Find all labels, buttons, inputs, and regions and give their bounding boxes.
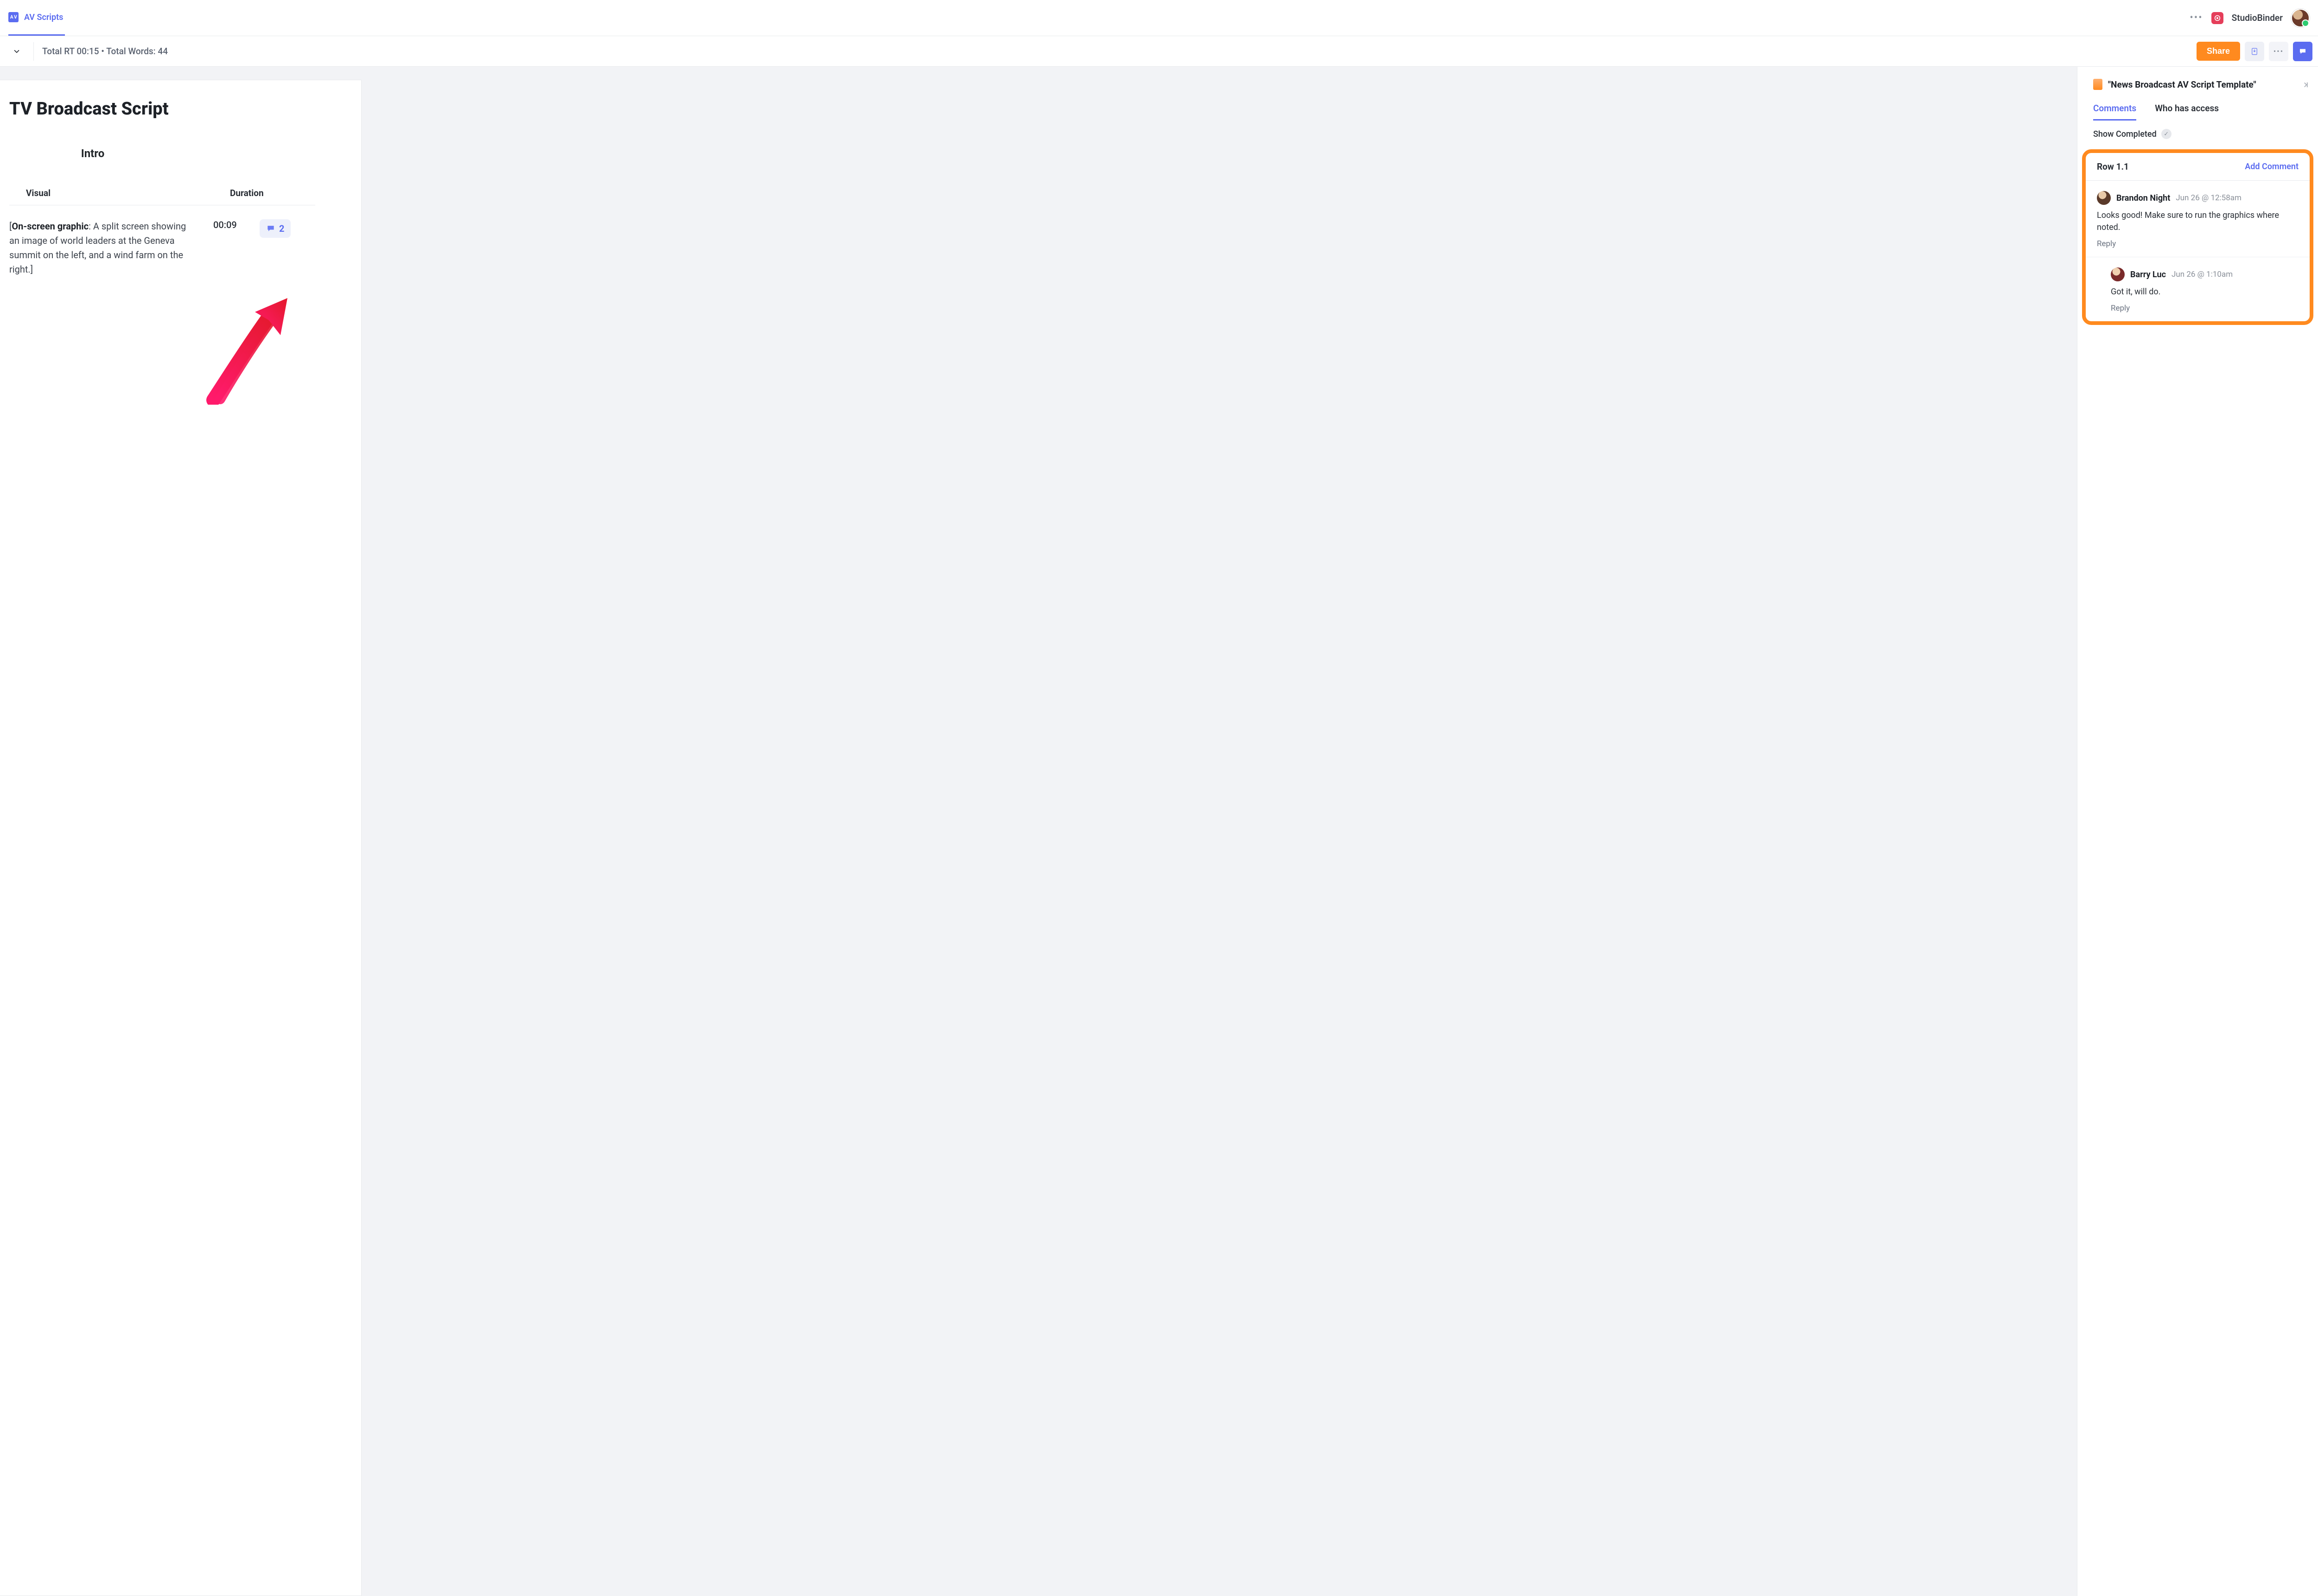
show-completed-toggle[interactable]: Show Completed ✓ — [2077, 121, 2318, 147]
reply-button[interactable]: Reply — [2097, 239, 2299, 248]
chevron-right-bar-icon — [2301, 81, 2310, 89]
document-icon — [2093, 79, 2102, 90]
check-icon: ✓ — [2161, 129, 2172, 139]
visual-bold: On-screen graphic — [12, 221, 89, 232]
top-bar-right: ••• StudioBinder — [2190, 9, 2310, 27]
divider — [33, 42, 34, 61]
sidebar-doc-title: "News Broadcast AV Script Template" — [2108, 79, 2256, 90]
dots-icon: ••• — [2273, 47, 2284, 56]
commenter-avatar — [2097, 191, 2111, 205]
visual-cell[interactable]: [On-screen graphic: A split screen showi… — [9, 219, 213, 277]
commenter-name: Brandon Night — [2116, 193, 2170, 203]
annotation-arrow — [195, 284, 306, 405]
thread-header: Row 1.1 Add Comment — [2086, 153, 2310, 181]
top-bar: A V AV Scripts ••• StudioBinder — [0, 0, 2318, 36]
export-pdf-button[interactable] — [2245, 42, 2264, 61]
comment-item: Brandon Night Jun 26 @ 12:58am Looks goo… — [2086, 181, 2310, 257]
thread-row-label: Row 1.1 — [2097, 161, 2129, 172]
share-button[interactable]: Share — [2197, 42, 2240, 61]
sidebar-tabs: Comments Who has access — [2077, 96, 2318, 121]
document-title: TV Broadcast Script — [9, 99, 361, 119]
comments-sidebar: "News Broadcast AV Script Template" Comm… — [2077, 67, 2318, 1596]
tab-label: AV Scripts — [24, 13, 63, 22]
toolbar-left: Total RT 00:15 • Total Words: 44 — [6, 42, 168, 61]
more-actions-button[interactable]: ••• — [2269, 42, 2288, 61]
main-area: TV Broadcast Script Intro Visual Duratio… — [0, 67, 2077, 1596]
av-scripts-icon: A V — [8, 12, 19, 22]
reply-button[interactable]: Reply — [2111, 304, 2299, 313]
top-bar-left: A V AV Scripts — [8, 0, 65, 36]
add-comment-button[interactable]: Add Comment — [2245, 162, 2299, 172]
user-avatar[interactable] — [2291, 9, 2310, 27]
pdf-icon — [2250, 47, 2259, 56]
more-menu-icon[interactable]: ••• — [2190, 12, 2203, 24]
col-header-duration: Duration — [230, 188, 315, 198]
script-document: TV Broadcast Script Intro Visual Duratio… — [0, 80, 362, 1596]
commenter-avatar — [2111, 267, 2125, 281]
comment-meta: Barry Luc Jun 26 @ 1:10am — [2111, 267, 2299, 281]
chevron-down-icon — [13, 47, 21, 56]
comment-timestamp: Jun 26 @ 1:10am — [2172, 270, 2233, 279]
duration-cell[interactable]: 00:09 — [213, 219, 260, 277]
comment-body: Got it, will do. — [2111, 286, 2299, 298]
row-comments-button[interactable]: 2 — [260, 219, 291, 238]
comment-icon — [2299, 47, 2307, 56]
script-stats: Total RT 00:15 • Total Words: 44 — [42, 46, 168, 57]
section-title: Intro — [9, 147, 176, 160]
comment-timestamp: Jun 26 @ 12:58am — [2176, 193, 2242, 203]
tab-comments[interactable]: Comments — [2093, 103, 2136, 121]
comment-item: Barry Luc Jun 26 @ 1:10am Got it, will d… — [2086, 257, 2310, 321]
script-row[interactable]: [On-screen graphic: A split screen showi… — [9, 205, 315, 277]
brand-icon — [2211, 12, 2223, 24]
collapse-toggle[interactable] — [6, 47, 28, 56]
body: TV Broadcast Script Intro Visual Duratio… — [0, 67, 2318, 1596]
col-header-visual: Visual — [26, 188, 230, 198]
brand-name: StudioBinder — [2232, 13, 2283, 23]
sidebar-header: "News Broadcast AV Script Template" — [2077, 79, 2318, 96]
column-headers: Visual Duration — [9, 188, 315, 205]
toolbar-right: Share ••• — [2197, 42, 2312, 61]
show-completed-label: Show Completed — [2093, 129, 2157, 139]
comment-meta: Brandon Night Jun 26 @ 12:58am — [2097, 191, 2299, 205]
comment-thread-highlight: Row 1.1 Add Comment Brandon Night Jun 26… — [2082, 149, 2313, 325]
comment-body: Looks good! Make sure to run the graphic… — [2097, 210, 2299, 234]
comments-panel-button[interactable] — [2293, 42, 2312, 61]
tab-who-has-access[interactable]: Who has access — [2155, 103, 2219, 121]
collapse-sidebar-button[interactable] — [2301, 81, 2310, 91]
comment-count: 2 — [279, 223, 284, 234]
toolbar: Total RT 00:15 • Total Words: 44 Share •… — [0, 36, 2318, 67]
commenter-name: Barry Luc — [2130, 270, 2166, 280]
comment-icon — [266, 224, 275, 233]
tab-av-scripts[interactable]: A V AV Scripts — [8, 0, 65, 36]
